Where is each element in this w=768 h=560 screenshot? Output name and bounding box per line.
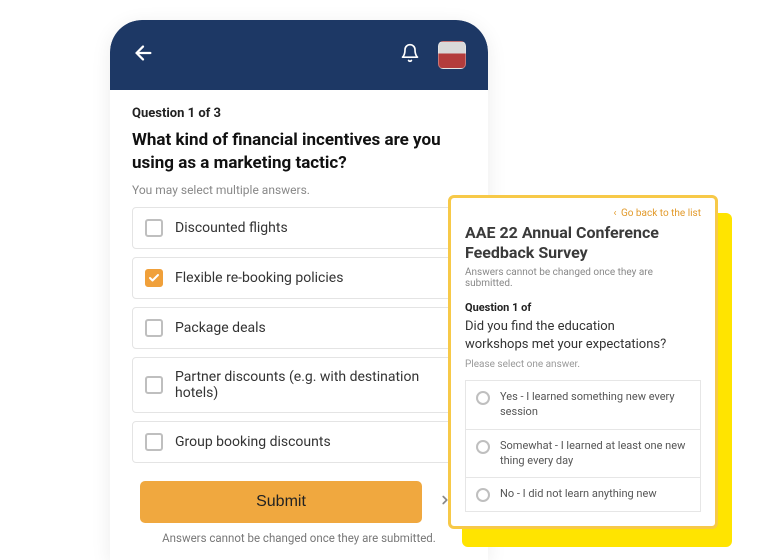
option-label: Flexible re-booking policies <box>175 270 343 286</box>
popup-select-hint: Please select one answer. <box>465 359 701 370</box>
popup-option-label: No - I did not learn anything new <box>500 487 657 502</box>
checkbox-icon <box>145 269 163 287</box>
submit-button[interactable]: Submit <box>140 481 422 523</box>
popup-options-list: Yes - I learned something new every sess… <box>465 380 701 512</box>
footnote: Answers cannot be changed once they are … <box>132 531 466 545</box>
option-row[interactable]: Flexible re-booking policies <box>132 257 466 299</box>
select-hint: You may select multiple answers. <box>132 183 466 197</box>
popup-subtitle: Answers cannot be changed once they are … <box>465 267 701 289</box>
checkbox-icon <box>145 433 163 451</box>
option-row[interactable]: Partner discounts (e.g. with destination… <box>132 357 466 413</box>
popup-back-link[interactable]: ‹ Go back to the list <box>465 208 701 219</box>
avatar[interactable] <box>438 41 466 69</box>
survey-body: Question 1 of 3 What kind of financial i… <box>110 90 488 545</box>
option-label: Group booking discounts <box>175 434 331 450</box>
question-counter: Question 1 of 3 <box>132 106 466 121</box>
radio-icon <box>476 440 490 454</box>
option-row[interactable]: Group booking discounts <box>132 421 466 463</box>
popup-question-counter: Question 1 of <box>465 301 701 314</box>
back-icon[interactable] <box>132 42 154 68</box>
options-list: Discounted flights Flexible re-booking p… <box>132 207 466 463</box>
option-label: Package deals <box>175 320 266 336</box>
radio-icon <box>476 488 490 502</box>
popup-back-label: Go back to the list <box>621 208 701 219</box>
phone-frame: Question 1 of 3 What kind of financial i… <box>110 20 488 560</box>
bell-icon[interactable] <box>400 43 420 67</box>
checkbox-icon <box>145 219 163 237</box>
question-title: What kind of financial incentives are yo… <box>132 129 466 175</box>
option-label: Partner discounts (e.g. with destination… <box>175 369 453 401</box>
option-label: Discounted flights <box>175 220 288 236</box>
option-row[interactable]: Package deals <box>132 307 466 349</box>
popup-option-label: Yes - I learned something new every sess… <box>500 390 690 420</box>
checkbox-icon <box>145 376 163 394</box>
popup-title: AAE 22 Annual Conference Feedback Survey <box>465 223 701 263</box>
option-row[interactable]: Discounted flights <box>132 207 466 249</box>
checkbox-icon <box>145 319 163 337</box>
submit-row: Submit <box>132 481 466 523</box>
popup-option-row[interactable]: No - I did not learn anything new <box>465 478 701 512</box>
chevron-left-icon: ‹ <box>613 208 616 219</box>
feedback-popup: ‹ Go back to the list AAE 22 Annual Conf… <box>448 195 718 529</box>
radio-icon <box>476 391 490 405</box>
popup-question: Did you find the education workshops met… <box>465 318 701 353</box>
popup-option-row[interactable]: Yes - I learned something new every sess… <box>465 380 701 430</box>
app-header <box>110 20 488 90</box>
popup-option-row[interactable]: Somewhat - I learned at least one new th… <box>465 430 701 479</box>
popup-option-label: Somewhat - I learned at least one new th… <box>500 439 690 469</box>
